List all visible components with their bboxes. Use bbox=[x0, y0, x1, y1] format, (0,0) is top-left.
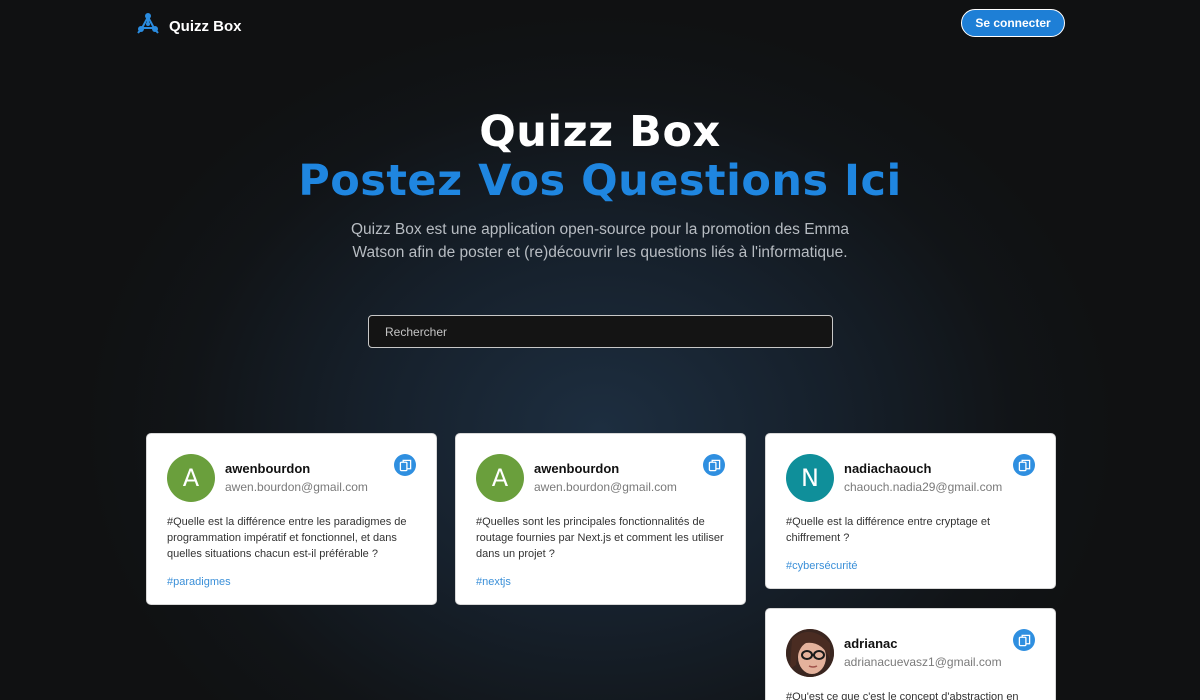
question-card: adrianac adrianacuevasz1@gmail.com #Qu'e… bbox=[765, 608, 1056, 700]
user-email: chaouch.nadia29@gmail.com bbox=[844, 480, 1003, 494]
copy-button[interactable] bbox=[703, 454, 725, 476]
copy-button[interactable] bbox=[394, 454, 416, 476]
hero-description: Quizz Box est une application open-sourc… bbox=[351, 221, 849, 261]
question-text: #Quelle est la différence entre cryptage… bbox=[786, 516, 991, 544]
copy-icon bbox=[1018, 634, 1031, 647]
connect-button[interactable]: Se connecter bbox=[961, 9, 1065, 37]
avatar bbox=[786, 629, 834, 677]
question-tag[interactable]: #nextjs bbox=[476, 576, 511, 588]
search-input[interactable] bbox=[368, 315, 833, 348]
question-card: A awenbourdon awen.bourdon@gmail.com #Qu… bbox=[146, 433, 437, 605]
user-email: awen.bourdon@gmail.com bbox=[534, 480, 677, 494]
question-card: A awenbourdon awen.bourdon@gmail.com #Qu… bbox=[455, 433, 746, 605]
hero-subtitle: Postez Vos Questions Ici bbox=[298, 156, 902, 206]
user-photo bbox=[786, 629, 834, 677]
copy-button[interactable] bbox=[1013, 629, 1035, 651]
question-text: #Quelles sont les principales fonctionna… bbox=[476, 516, 724, 560]
brand-logo[interactable]: Quizz Box bbox=[135, 11, 242, 42]
network-nodes-icon bbox=[135, 11, 161, 42]
avatar: N bbox=[786, 454, 834, 502]
username: adrianac bbox=[844, 636, 898, 651]
avatar: A bbox=[167, 454, 215, 502]
copy-button[interactable] bbox=[1013, 454, 1035, 476]
question-card: N nadiachaouch chaouch.nadia29@gmail.com… bbox=[765, 433, 1056, 589]
copy-icon bbox=[399, 459, 412, 472]
username: awenbourdon bbox=[225, 461, 311, 476]
user-email: adrianacuevasz1@gmail.com bbox=[844, 655, 1002, 669]
username: nadiachaouch bbox=[844, 461, 932, 476]
user-email: awen.bourdon@gmail.com bbox=[225, 480, 368, 494]
question-tag[interactable]: #cybersécurité bbox=[786, 560, 858, 572]
avatar: A bbox=[476, 454, 524, 502]
copy-icon bbox=[1018, 459, 1031, 472]
question-tag[interactable]: #paradigmes bbox=[167, 576, 231, 588]
question-text: #Quelle est la différence entre les para… bbox=[167, 516, 407, 560]
copy-icon bbox=[708, 459, 721, 472]
question-text: #Qu'est ce que c'est le concept d'abstra… bbox=[786, 691, 1019, 700]
username: awenbourdon bbox=[534, 461, 620, 476]
hero-title: Quizz Box bbox=[479, 107, 721, 157]
brand-name: Quizz Box bbox=[169, 18, 242, 35]
